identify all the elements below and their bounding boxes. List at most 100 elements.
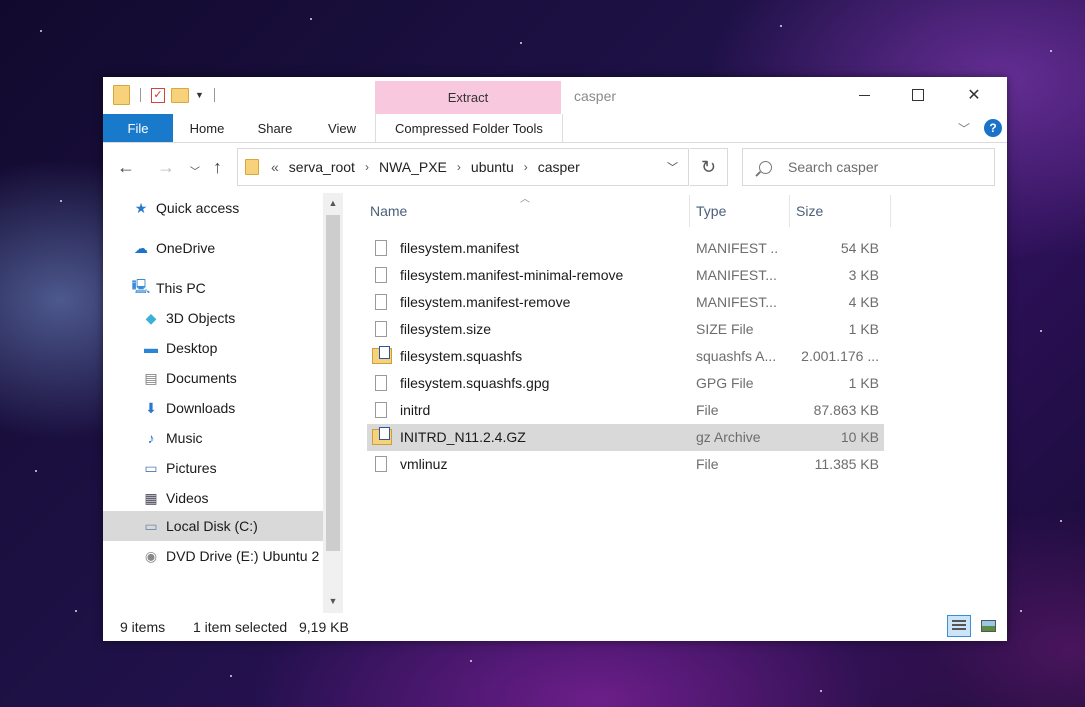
file-row[interactable]: filesystem.squashfs squashfs A... 2.001.… <box>367 343 884 370</box>
tab-view[interactable]: View <box>315 114 369 142</box>
refresh-icon: ↻ <box>700 156 717 177</box>
minimize-button[interactable] <box>841 79 887 111</box>
file-name: filesystem.squashfs <box>400 348 523 364</box>
selection-count: 1 item selected <box>193 619 288 635</box>
status-bar: 9 items 1 item selected 9,19 KB <box>103 613 1007 641</box>
sidebar-item-label: Quick access <box>156 200 240 216</box>
close-icon: ✕ <box>967 87 981 104</box>
sidebar-item-pictures[interactable]: ▭ Pictures <box>143 453 343 483</box>
picture-icon: ▭ <box>144 459 158 476</box>
customize-toolbar-chevron-down-icon[interactable]: ▼ <box>195 90 204 100</box>
sidebar-item-label: Music <box>166 430 203 446</box>
chevron-right-icon[interactable]: › <box>457 160 461 174</box>
sidebar-item-music[interactable]: ♪ Music <box>143 423 343 453</box>
file-type: MANIFEST... <box>696 267 777 283</box>
back-arrow-icon[interactable]: ← <box>117 157 135 178</box>
file-row[interactable]: filesystem.manifest-minimal-remove MANIF… <box>367 262 884 289</box>
file-size: 10 KB <box>840 429 879 445</box>
sidebar-item-label: 3D Objects <box>166 310 236 326</box>
title-bar[interactable]: ✓ ▼ Extract casper ✕ <box>103 77 1007 114</box>
column-header-type[interactable]: Type <box>696 193 726 229</box>
search-input[interactable] <box>786 158 970 176</box>
archive-icon <box>372 427 392 445</box>
sidebar-item-label: Pictures <box>166 460 217 476</box>
up-arrow-icon[interactable]: ↑ <box>213 157 222 178</box>
file-icon <box>375 267 387 283</box>
film-icon: ▦ <box>144 489 158 506</box>
sidebar-item-quick-access[interactable]: ★ Quick access <box>133 193 343 223</box>
folder-icon <box>245 159 259 175</box>
chevron-right-icon[interactable]: › <box>365 160 369 174</box>
file-row-selected[interactable]: INITRD_N11.2.4.GZ gz Archive 10 KB <box>367 424 884 451</box>
sidebar-item-desktop[interactable]: ▬ Desktop <box>143 333 343 363</box>
file-size: 4 KB <box>848 294 879 310</box>
column-divider[interactable] <box>890 195 891 227</box>
cloud-icon: ☁ <box>134 239 148 256</box>
file-icon <box>375 402 387 418</box>
address-bar[interactable]: « serva_root › NWA_PXE › ubuntu › casper… <box>237 148 689 186</box>
maximize-button[interactable] <box>895 79 941 111</box>
tab-compressed-folder-tools[interactable]: Compressed Folder Tools <box>375 114 563 142</box>
column-header-size[interactable]: Size <box>796 193 823 229</box>
recent-locations-chevron-down-icon[interactable]: ﹀ <box>190 163 200 178</box>
file-row[interactable]: initrd File 87.863 KB <box>367 397 884 424</box>
file-type: GPG File <box>696 375 754 391</box>
new-folder-icon[interactable] <box>171 87 189 103</box>
column-divider[interactable] <box>789 195 790 227</box>
context-tab-extract[interactable]: Extract <box>375 81 561 114</box>
large-icons-view-button[interactable] <box>976 615 1000 637</box>
properties-icon[interactable]: ✓ <box>151 87 165 103</box>
sort-ascending-icon: ︿ <box>520 194 530 205</box>
dvd-icon: ◉ <box>144 547 158 564</box>
overflow-crumb[interactable]: « <box>271 159 279 175</box>
search-icon <box>759 160 772 174</box>
star-icon: ★ <box>134 199 148 216</box>
address-history-chevron-down-icon[interactable]: ﹀ <box>667 159 678 175</box>
details-view-button[interactable] <box>947 615 971 637</box>
tab-file[interactable]: File <box>103 114 173 142</box>
sidebar-item-downloads[interactable]: ⬇ Downloads <box>143 393 343 423</box>
chevron-right-icon[interactable]: › <box>524 160 528 174</box>
scrollbar-thumb[interactable] <box>326 215 340 551</box>
sidebar-item-local-disk-c[interactable]: ▭ Local Disk (C:) <box>103 511 323 541</box>
file-name: filesystem.manifest-remove <box>400 294 571 310</box>
sidebar-item-this-pc[interactable]: 🖳 This PC <box>132 273 343 303</box>
expand-ribbon-chevron-down-icon[interactable]: ﹀ <box>958 120 970 137</box>
close-button[interactable]: ✕ <box>951 79 997 111</box>
file-row[interactable]: vmlinuz File 11.385 KB <box>367 451 884 478</box>
file-row[interactable]: filesystem.manifest-remove MANIFEST... 4… <box>367 289 884 316</box>
forward-arrow-icon[interactable]: → <box>157 157 175 178</box>
file-type: squashfs A... <box>696 348 777 364</box>
column-divider[interactable] <box>689 195 690 227</box>
tab-home[interactable]: Home <box>179 114 235 142</box>
file-type: File <box>696 402 719 418</box>
sidebar-item-dvd-drive-e[interactable]: ◉ DVD Drive (E:) Ubuntu 2 <box>143 541 323 571</box>
sidebar-item-documents[interactable]: ▤ Documents <box>143 363 343 393</box>
search-box[interactable] <box>742 148 995 186</box>
navigation-pane-scrollbar[interactable]: ▲ ▼ <box>323 193 343 613</box>
sidebar-item-3d-objects[interactable]: ◆ 3D Objects <box>143 303 343 333</box>
file-row[interactable]: filesystem.size SIZE File 1 KB <box>367 316 884 343</box>
file-row[interactable]: filesystem.squashfs.gpg GPG File 1 KB <box>367 370 884 397</box>
file-name: filesystem.size <box>400 321 492 337</box>
sidebar-item-videos[interactable]: ▦ Videos <box>143 483 343 513</box>
breadcrumb-casper[interactable]: casper <box>538 159 580 175</box>
column-header-name[interactable]: Name <box>370 193 407 229</box>
help-icon[interactable]: ? <box>984 119 1002 137</box>
sidebar-item-label: OneDrive <box>156 240 216 256</box>
divider <box>140 88 141 102</box>
download-arrow-icon: ⬇ <box>145 399 157 416</box>
file-type: gz Archive <box>696 429 761 445</box>
breadcrumb-ubuntu[interactable]: ubuntu <box>471 159 514 175</box>
refresh-button[interactable]: ↻ <box>690 148 728 186</box>
music-note-icon: ♪ <box>147 430 155 446</box>
folder-icon <box>113 85 130 105</box>
scroll-down-icon[interactable]: ▼ <box>323 591 343 611</box>
breadcrumb-nwa-pxe[interactable]: NWA_PXE <box>379 159 447 175</box>
file-row[interactable]: filesystem.manifest MANIFEST ... 54 KB <box>367 235 884 262</box>
breadcrumb-serva-root[interactable]: serva_root <box>289 159 355 175</box>
tab-share[interactable]: Share <box>247 114 303 142</box>
scroll-up-icon[interactable]: ▲ <box>323 193 343 213</box>
sidebar-item-onedrive[interactable]: ☁ OneDrive <box>133 233 343 263</box>
drive-icon: ▭ <box>144 517 158 534</box>
